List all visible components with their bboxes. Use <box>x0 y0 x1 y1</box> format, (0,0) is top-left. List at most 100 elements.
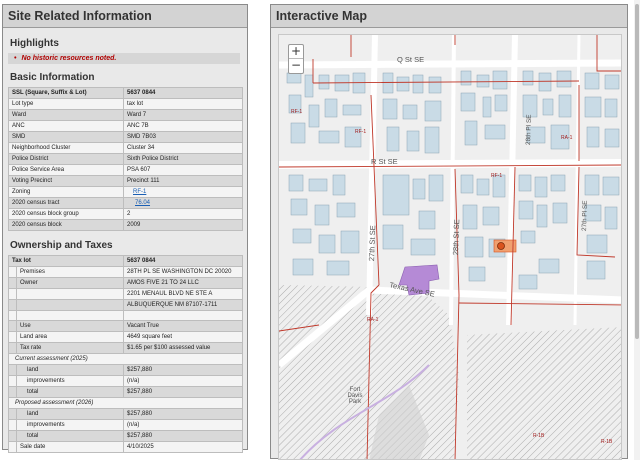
basic-info-value: ANC 7B <box>123 120 243 132</box>
ownership-key <box>16 299 124 311</box>
basic-info-row: Police District Sixth Police District <box>8 153 243 165</box>
current-assessment-label: Current assessment (2025) <box>8 353 243 365</box>
ownership-row: Land area 4649 square feet <box>8 331 243 343</box>
highlights-title: Highlights <box>10 38 59 49</box>
basic-info-value: Ward 7 <box>123 109 243 121</box>
assessment-value: $257,880 <box>123 386 243 398</box>
zoom-out-button[interactable]: − <box>289 59 303 73</box>
ownership-key: Owner <box>16 277 124 289</box>
basic-info-row: 2020 census block group 2 <box>8 208 243 220</box>
interactive-map[interactable]: + − Q St SE R St SE 27th St SE 28th St S… <box>278 34 622 460</box>
basic-info-row: Lot type tax lot <box>8 98 243 110</box>
ownership-key: Land area <box>16 331 124 343</box>
assessment-key: improvements <box>16 375 124 387</box>
ownership-table: Tax lot 5637 0844 Premises 28TH PL SE WASHI… <box>8 255 243 453</box>
ownership-key: Tax rate <box>16 342 124 354</box>
ownership-row <box>8 310 243 321</box>
ownership-row: Sale date 4/10/2025 <box>8 441 243 453</box>
site-info-title: Site Related Information <box>3 5 247 28</box>
basic-info-key: Zoning <box>8 186 124 198</box>
street-label-27th: 27th St SE <box>367 225 378 262</box>
basic-info-row: 2020 census block 2009 <box>8 219 243 231</box>
basic-info-key: Police Service Area <box>8 164 124 176</box>
highlight-item: • No historic resources noted. <box>8 53 240 64</box>
assessment-key: land <box>16 364 124 376</box>
ownership-value: ALBUQUERQUE NM 87107-1711 <box>123 299 243 311</box>
ownership-row: Use Vacant True <box>8 320 243 332</box>
basic-info-key: 2020 census tract <box>8 197 124 209</box>
basic-info-row: Zoning RF-1 <box>8 186 243 198</box>
assessment-key: total <box>16 386 124 398</box>
zone-label: RA-1 <box>367 317 379 323</box>
ownership-key: Use <box>16 320 124 332</box>
ownership-row: ALBUQUERQUE NM 87107-1711 <box>8 299 243 311</box>
basic-info-row: Police Service Area PSA 607 <box>8 164 243 176</box>
basic-info-row: ANC ANC 7B <box>8 120 243 132</box>
sale-date-label: Sale date <box>16 441 124 453</box>
basic-info-key: Neighborhood Cluster <box>8 142 124 154</box>
ownership-row: improvements (n/a) <box>8 375 243 387</box>
street-label-28th-pl: 28th Pl SE <box>525 114 534 146</box>
park-area-east <box>467 327 621 459</box>
tax-lot-value: 5637 0844 <box>123 255 243 267</box>
map-title: Interactive Map <box>271 5 627 28</box>
selected-location-marker[interactable] <box>497 242 505 250</box>
basic-info-value: 5637 0844 <box>123 87 243 99</box>
ownership-row: Tax lot 5637 0844 <box>8 255 243 267</box>
ownership-row: Current assessment (2025) <box>8 353 243 365</box>
basic-info-row: Ward Ward 7 <box>8 109 243 121</box>
ownership-row: 2201 MENAUL BLVD NE STE A <box>8 288 243 300</box>
tax-lot-label: Tax lot <box>8 255 124 267</box>
basic-info-link[interactable]: RF-1 <box>133 189 146 195</box>
ownership-value: $1.65 per $100 assessed value <box>123 342 243 354</box>
street-label-28th: 28th St SE <box>451 219 462 256</box>
basic-info-row: 2020 census tract 76.04 <box>8 197 243 209</box>
assessment-key: improvements <box>16 419 124 431</box>
zone-label: RA-1 <box>561 135 573 141</box>
basic-info-row: Voting Precinct Precinct 111 <box>8 175 243 187</box>
ownership-row: Tax rate $1.65 per $100 assessed value <box>8 342 243 354</box>
basic-info-value: 76.04 <box>123 197 243 209</box>
street-label-r: R St SE <box>371 157 398 166</box>
zone-label: R-1B <box>533 433 545 439</box>
zone-label: RF-1 <box>491 173 503 179</box>
ownership-value: 28TH PL SE WASHINGTON DC 20020 <box>123 266 243 278</box>
zone-label: R-1B <box>601 439 613 445</box>
basic-info-key: Police District <box>8 153 124 165</box>
ownership-value: 4649 square feet <box>123 331 243 343</box>
basic-info-row: Neighborhood Cluster Cluster 34 <box>8 142 243 154</box>
basic-info-key: 2020 census block group <box>8 208 124 220</box>
basic-info-link[interactable]: 76.04 <box>135 200 150 206</box>
basic-info-value: Sixth Police District <box>123 153 243 165</box>
assessment-key: total <box>16 430 124 442</box>
basic-info-value: Cluster 34 <box>123 142 243 154</box>
assessment-value: (n/a) <box>123 419 243 431</box>
basic-info-key: Voting Precinct <box>8 175 124 187</box>
assessment-value: $257,880 <box>123 364 243 376</box>
street-label-27th-pl: 27th Pl SE <box>581 200 590 232</box>
zoom-in-button[interactable]: + <box>289 45 303 59</box>
assessment-value: $257,880 <box>123 430 243 442</box>
map-panel: Interactive Map + − Q St SE R St SE 27th… <box>270 4 628 460</box>
ownership-row: Owner AMOS FIVE 21 TO 24 LLC <box>8 277 243 289</box>
ownership-value: Vacant True <box>123 320 243 332</box>
ownership-value <box>123 310 243 321</box>
assessment-value: (n/a) <box>123 375 243 387</box>
basic-info-table: SSL (Square, Suffix & Lot) 5637 0844 Lot t… <box>8 87 243 231</box>
assessment-value: $257,880 <box>123 408 243 420</box>
ownership-row: total $257,880 <box>8 386 243 398</box>
zone-label: RF-1 <box>355 129 367 135</box>
basic-info-value: PSA 607 <box>123 164 243 176</box>
basic-info-value: Precinct 111 <box>123 175 243 187</box>
ownership-key <box>16 288 124 300</box>
street-label-q: Q St SE <box>397 55 425 64</box>
basic-info-key: SMD <box>8 131 124 143</box>
page-scrollbar[interactable] <box>634 0 640 460</box>
scrollbar-thumb[interactable] <box>635 4 639 339</box>
sale-date-value: 4/10/2025 <box>123 441 243 453</box>
basic-info-title: Basic Information <box>10 72 95 83</box>
ownership-row: Proposed assessment (2026) <box>8 397 243 409</box>
ownership-key: Premises <box>16 266 124 278</box>
ownership-title: Ownership and Taxes <box>10 240 113 251</box>
basic-info-key: Ward <box>8 109 124 121</box>
